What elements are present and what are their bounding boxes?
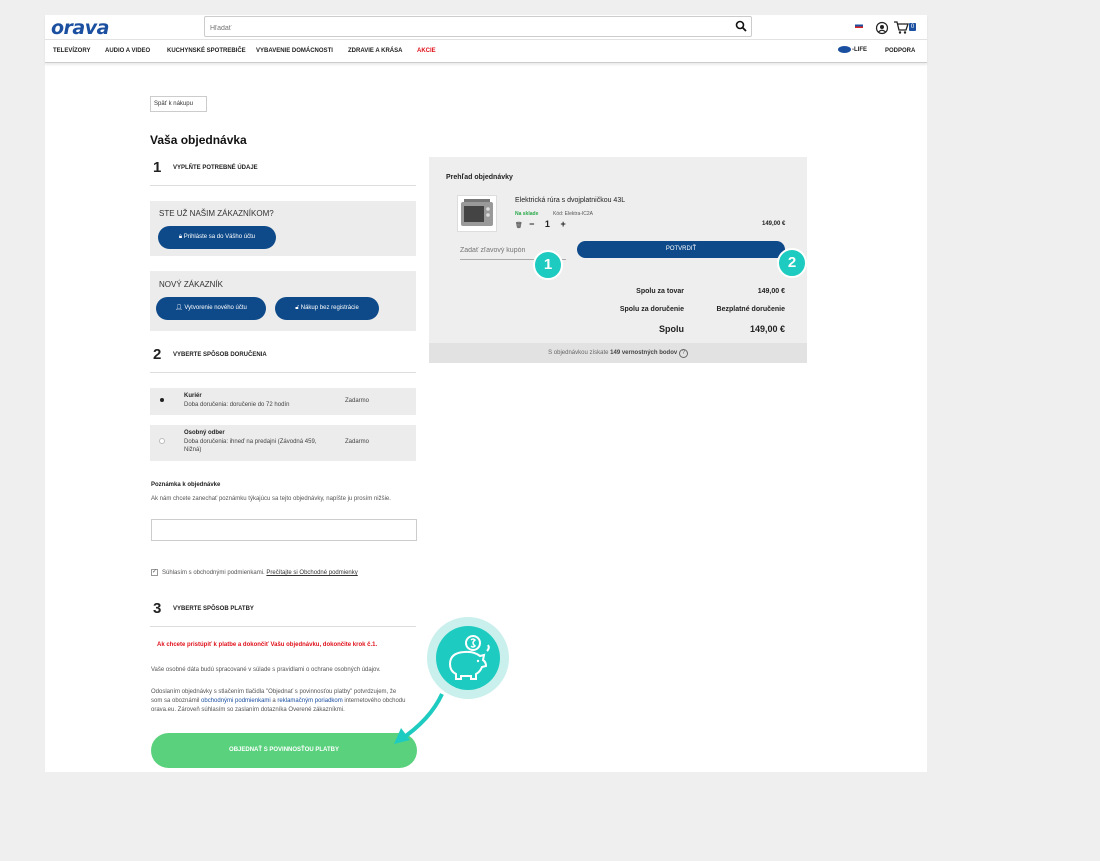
arrow-annotation-icon [394, 693, 444, 744]
shipping-radio-selected[interactable] [160, 398, 164, 402]
shipping-name: Kuriér [184, 393, 202, 399]
nav-item-life[interactable]: -LIFE [838, 46, 867, 53]
goods-total-label: Spolu za tovar [636, 288, 684, 295]
divider [150, 185, 416, 186]
delivery-total-label: Spolu za doručenie [619, 306, 684, 313]
existing-customer-title: STE UŽ NAŠIM ZÁKAZNÍKOM? [159, 209, 274, 218]
new-customer-title: NOVÝ ZÁKAZNÍK [159, 280, 224, 289]
privacy-text: Vaše osobné dáta budú spracované v súlad… [151, 667, 381, 673]
orava-logo[interactable]: orava [51, 17, 109, 39]
shipping-price: Zadarmo [345, 398, 370, 404]
annotation-badge-1: 1 [533, 250, 563, 280]
existing-customer-box: STE UŽ NAŠIM ZÁKAZNÍKOM? 🔒︎ Prihláste sa… [150, 201, 416, 256]
shipping-name: Osobný odber [184, 430, 225, 436]
check-icon[interactable]: ✓ [151, 569, 158, 576]
complaints-link[interactable]: reklamačným poriadkom [277, 698, 342, 704]
nav-item-televizory[interactable]: TELEVÍZORY [53, 48, 90, 54]
main-nav: TELEVÍZORY AUDIO A VIDEO KUCHYNSKÉ SPOTR… [45, 39, 927, 63]
nav-item-audio-video[interactable]: AUDIO A VIDEO [105, 48, 150, 54]
order-summary-panel: Prehľad objednávky Elektrická rúra s dvo… [429, 157, 807, 363]
nav-item-zdravie[interactable]: ZDRAVIE A KRÁSA [348, 48, 402, 54]
order-with-payment-button[interactable]: OBJEDNAŤ S POVINNOSŤOU PLATBY [151, 733, 417, 768]
search-bar [204, 16, 752, 38]
grand-total-value: 149,00 € [749, 324, 785, 334]
oven-icon [461, 199, 493, 226]
shipping-price: Zadarmo [345, 439, 370, 445]
step-2-heading: 2 VYBERTE SPÔSOB DORUČENIA [153, 346, 267, 364]
cart-count-badge: 0 [909, 23, 916, 31]
qty-minus-button[interactable]: − [529, 219, 534, 229]
terms-link[interactable]: Prečítajte si Obchodné podmienky [266, 570, 357, 576]
summary-title: Prehľad objednávky [446, 174, 513, 181]
nav-item-vybavenie[interactable]: VYBAVENIE DOMÁCNOSTI [256, 48, 333, 54]
step-1-heading: 1 VYPLŇTE POTREBNÉ ÚDAJE [153, 159, 258, 177]
shipping-desc: Doba doručenia: doručenie do 72 hodín [184, 402, 290, 408]
terms-checkbox-row[interactable]: ✓ Súhlasím s obchodnými podmienkami. Preč… [151, 569, 358, 576]
shipping-radio[interactable] [159, 438, 165, 444]
search-input[interactable] [205, 19, 725, 38]
step-3-heading: 3 VYBERTE SPÔSOB PLATBY [153, 600, 254, 618]
qty-plus-button[interactable]: + [560, 219, 565, 229]
help-icon[interactable]: ? [678, 349, 688, 358]
note-title: Poznámka k objednávke [151, 482, 221, 488]
goods-total-value: 149,00 € [757, 288, 785, 295]
quantity-stepper: 🗑︎ − 1 + [515, 219, 566, 229]
delivery-total-value: Bezplatné doručenie [716, 306, 785, 313]
nav-item-kuchynske[interactable]: KUCHYNSKÉ SPOTREBIČE [167, 48, 246, 54]
trash-icon[interactable]: 🗑︎ [515, 223, 523, 229]
consent-text: Odoslaním objednávky s stlačením tlačidl… [151, 689, 406, 713]
cart-icon[interactable] [893, 20, 909, 34]
page-title: Vaša objednávka [150, 133, 247, 147]
product-price: 149,00 € [762, 221, 786, 227]
divider [150, 372, 416, 373]
new-customer-box: NOVÝ ZÁKAZNÍK 👤︎ Vytvorenie nového účtu … [150, 271, 416, 331]
shipping-option-courier[interactable]: Kuriér Doba doručenia: doručenie do 72 h… [150, 388, 416, 415]
annotation-badge-2: 2 [777, 248, 807, 278]
slovak-flag-icon[interactable] [855, 23, 863, 28]
loyalty-points-bar: S objednávkou získate 149 vernostných bo… [429, 343, 807, 363]
guest-checkout-button[interactable]: 🔓︎ Nákup bez registrácie [275, 297, 379, 320]
product-code: Kód: Elektra-IC2A [553, 211, 594, 217]
back-to-shop-button[interactable]: Späť k nákupu [150, 96, 207, 112]
confirm-coupon-button[interactable]: POTVRDIŤ [577, 241, 785, 258]
piggy-bank-annotation [427, 617, 509, 699]
stock-status: Na sklade [515, 211, 539, 217]
create-account-button[interactable]: 👤︎ Vytvorenie nového účtu [156, 297, 266, 320]
search-icon[interactable] [735, 20, 747, 32]
nav-item-akcie[interactable]: AKCIE [417, 48, 436, 54]
login-button[interactable]: 🔒︎ Prihláste sa do Vášho účtu [158, 226, 276, 249]
note-textarea[interactable] [151, 519, 417, 541]
product-name[interactable]: Elektrická rúra s dvojplatničkou 43L [515, 197, 625, 204]
terms-inline-link[interactable]: obchodnými podmienkami [201, 698, 271, 704]
eye-icon [838, 46, 851, 53]
shipping-option-pickup[interactable]: Osobný odber Doba doručenia: ihneď na pr… [150, 425, 416, 461]
piggy-bank-icon [448, 635, 490, 680]
account-icon[interactable] [875, 21, 889, 35]
note-description: Ak nám chcete zanechať poznámku týkajúcu… [151, 496, 391, 502]
piggy-circle [436, 626, 500, 690]
nav-item-podpora[interactable]: PODPORA [885, 48, 915, 54]
qty-value[interactable]: 1 [545, 219, 550, 229]
grand-total-label: Spolu [659, 324, 684, 334]
divider [150, 626, 416, 627]
shipping-desc: Doba doručenia: ihneď na predajni (Závod… [184, 439, 317, 453]
site-header: orava 0 TELEVÍZORY AUDIO A VIDEO KUCHYNS… [45, 15, 927, 63]
user-icon: 👤︎ [175, 305, 185, 311]
product-image[interactable] [457, 195, 497, 232]
payment-warning: Ak chcete pristúpiť k platbe a dokončiť … [157, 642, 378, 648]
